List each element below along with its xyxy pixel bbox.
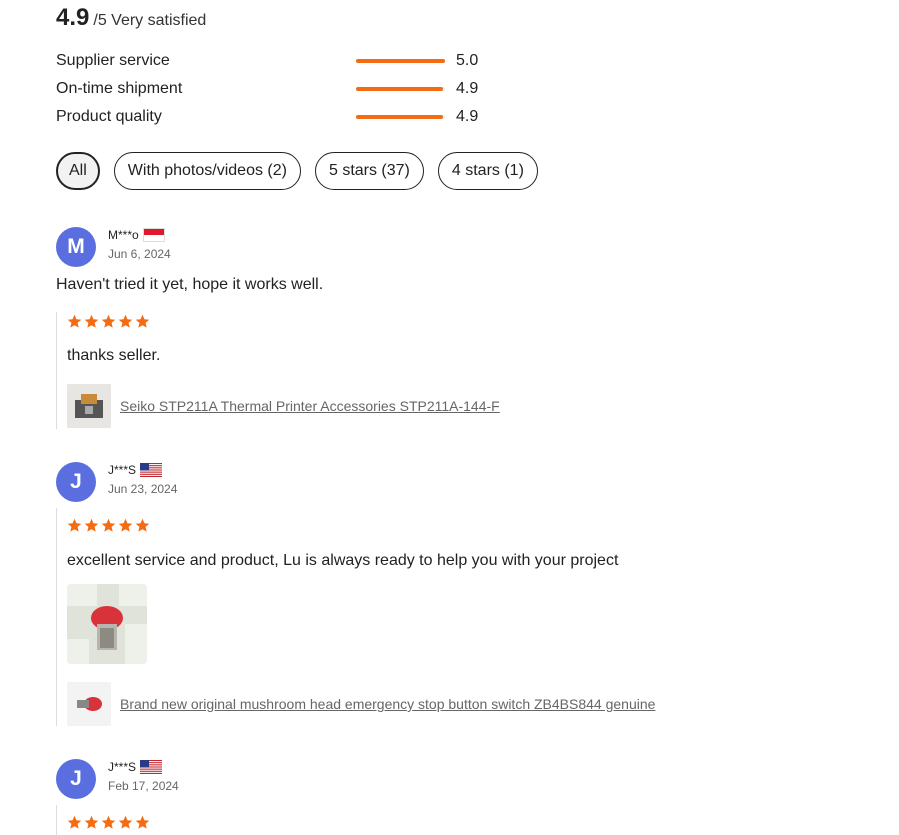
star-rating (67, 314, 150, 330)
product-link[interactable]: Seiko STP211A Thermal Printer Accessorie… (120, 398, 500, 414)
metric-label: On-time shipment (56, 80, 183, 97)
metric-supplier-service: Supplier service 5.0 (56, 52, 496, 74)
indonesia-flag-icon (142, 228, 165, 242)
product-link-row[interactable]: Seiko STP211A Thermal Printer Accessorie… (67, 384, 500, 428)
metric-product-quality: Product quality 4.9 (56, 108, 496, 130)
star-icon (118, 314, 133, 328)
reviewer-row: M***o (108, 228, 165, 242)
metric-on-time-shipment: On-time shipment 4.9 (56, 80, 496, 102)
star-icon (118, 518, 133, 532)
avatar: J (56, 759, 96, 799)
star-icon (135, 518, 150, 532)
metric-value: 4.9 (456, 108, 479, 125)
filter-all[interactable]: All (56, 152, 100, 190)
filter-4-stars[interactable]: 4 stars (1) (437, 152, 538, 190)
star-icon (135, 815, 150, 829)
product-thumbnail[interactable] (67, 384, 111, 428)
star-rating (67, 815, 150, 831)
star-icon (67, 518, 82, 532)
avatar: J (56, 462, 96, 502)
usa-flag-icon (140, 760, 163, 774)
product-link-row[interactable]: Brand new original mushroom head emergen… (67, 682, 655, 726)
review-filters: All With photos/videos (2) 5 stars (37) … (56, 152, 538, 190)
metric-bar (356, 59, 445, 63)
filter-with-photos[interactable]: With photos/videos (2) (113, 152, 301, 190)
reviewer-row: J***S (108, 463, 163, 477)
metric-bar-fill (356, 87, 444, 91)
review-date: Jun 23, 2024 (108, 482, 178, 496)
star-icon (101, 815, 116, 829)
star-rating (67, 518, 150, 534)
metric-bar-fill (356, 115, 444, 119)
review-body (56, 805, 867, 835)
filter-5-stars[interactable]: 5 stars (37) (314, 152, 424, 190)
overall-score: 4.9 (56, 4, 90, 31)
metric-bar (356, 115, 445, 119)
star-icon (101, 314, 116, 328)
metric-value: 4.9 (456, 80, 479, 97)
review-title: Haven't tried it yet, hope it works well… (56, 276, 324, 293)
avatar: M (56, 227, 96, 267)
metric-value: 5.0 (456, 52, 479, 69)
score-subtitle: /5 Very satisfied (93, 12, 207, 29)
product-link[interactable]: Brand new original mushroom head emergen… (120, 696, 655, 712)
metric-label: Product quality (56, 108, 162, 125)
review-body: thanks seller. Seiko STP211A Thermal Pri… (56, 312, 867, 429)
review-date: Feb 17, 2024 (108, 779, 179, 793)
reviewer-name: J***S (108, 463, 137, 477)
review-date: Jun 6, 2024 (108, 247, 171, 261)
rating-summary: 4.9 /5 Very satisfied (56, 4, 206, 32)
reviewer-name: J***S (108, 760, 137, 774)
star-icon (101, 518, 116, 532)
reviewer-row: J***S (108, 760, 163, 774)
review-text: thanks seller. (67, 347, 161, 364)
star-icon (135, 314, 150, 328)
star-icon (84, 314, 99, 328)
star-icon (67, 314, 82, 328)
review-text: excellent service and product, Lu is alw… (67, 552, 619, 569)
star-icon (84, 518, 99, 532)
usa-flag-icon (140, 463, 163, 477)
star-icon (67, 815, 82, 829)
metric-bar (356, 87, 445, 91)
product-thumbnail[interactable] (67, 682, 111, 726)
metric-label: Supplier service (56, 52, 170, 69)
review-body: excellent service and product, Lu is alw… (56, 508, 867, 726)
review-photo[interactable] (67, 584, 147, 664)
metric-bar-fill (356, 59, 445, 63)
reviewer-name: M***o (108, 228, 139, 242)
star-icon (84, 815, 99, 829)
star-icon (118, 815, 133, 829)
